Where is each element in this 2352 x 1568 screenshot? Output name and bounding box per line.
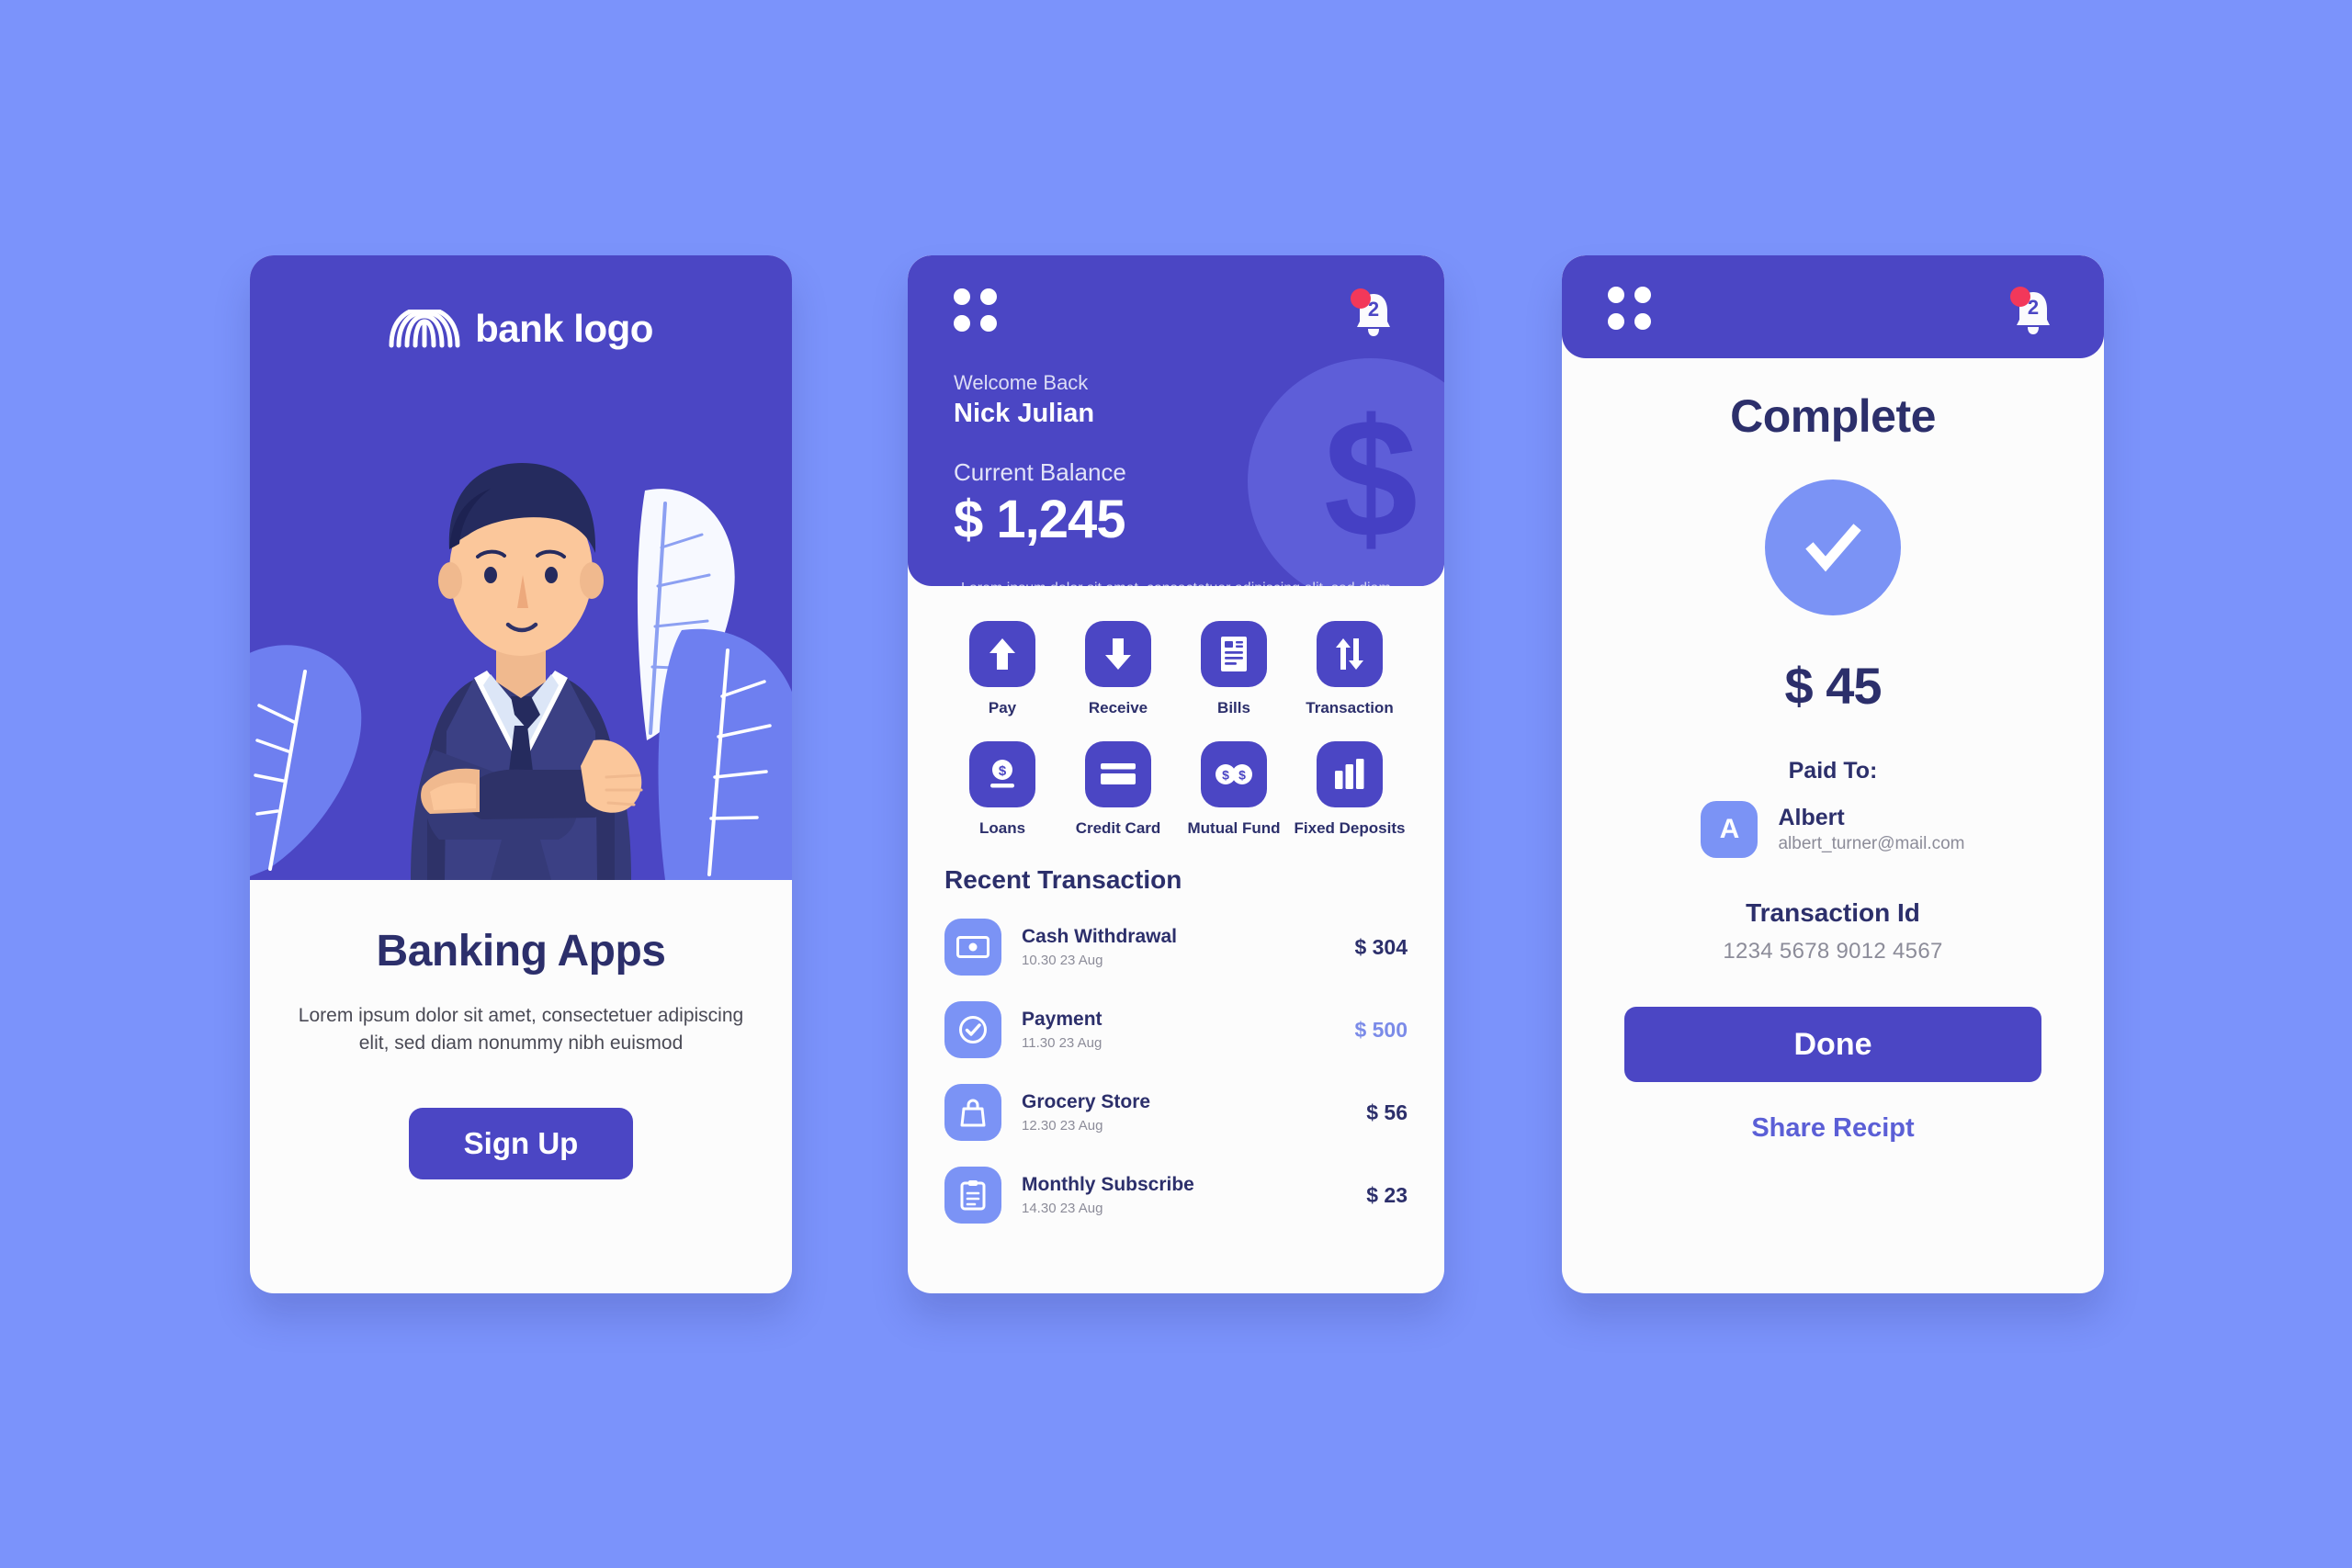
screen-onboarding: bank logo Banking Apps Lorem ipsum dolor… <box>250 255 792 1293</box>
grid-dot <box>1608 313 1624 330</box>
coin-dollar-icon: $ <box>969 741 1035 807</box>
notification-count: 2 <box>1367 298 1380 321</box>
payee-email: albert_turner@mail.com <box>1778 834 1965 853</box>
grid-dots-icon[interactable] <box>954 288 997 332</box>
notification-bell[interactable]: 2 <box>2008 287 2058 338</box>
complete-body: Complete $ 45 Paid To: A Albert albert_t… <box>1562 358 2104 1144</box>
payment-amount: $ 45 <box>1784 657 1883 715</box>
svg-text:$: $ <box>999 763 1007 779</box>
page-title: Banking Apps <box>376 927 666 976</box>
action-label: Fixed Deposits <box>1294 819 1406 837</box>
arrow-up-icon <box>969 621 1035 687</box>
transaction-amount: $ 304 <box>1354 934 1408 959</box>
user-name: Nick Julian <box>954 399 1095 428</box>
signup-button[interactable]: Sign Up <box>409 1107 633 1179</box>
clipboard-icon <box>944 1167 1001 1224</box>
complete-topbar: 2 <box>1608 287 2058 338</box>
table-row[interactable]: Payment 11.30 23 Aug $ 500 <box>944 988 1408 1071</box>
action-transaction[interactable]: Transaction <box>1292 621 1408 717</box>
transaction-amount: $ 500 <box>1354 1017 1408 1042</box>
action-label: Receive <box>1088 699 1148 716</box>
check-circle-icon <box>1765 479 1901 615</box>
balance-value: $ 1,245 <box>954 490 1126 549</box>
transfer-arrows-icon <box>1317 621 1383 687</box>
action-label: Bills <box>1217 699 1250 716</box>
transaction-id-label: Transaction Id <box>1746 898 1920 927</box>
svg-text:$: $ <box>1222 768 1229 783</box>
table-row[interactable]: Monthly Subscribe 14.30 23 Aug $ 23 <box>944 1154 1408 1236</box>
recent-transaction-title: Recent Transaction <box>944 865 1182 894</box>
screen-dashboard: $ 2 Welcome Back Nick Julian Current Bal… <box>908 255 1444 1293</box>
transaction-date: 10.30 23 Aug <box>1022 953 1103 968</box>
transaction-name: Monthly Subscribe <box>1022 1174 1194 1195</box>
page-title: Complete <box>1730 390 1936 442</box>
transaction-name: Payment <box>1022 1009 1102 1030</box>
paid-to-label: Paid To: <box>1788 758 1878 784</box>
transaction-date: 12.30 23 Aug <box>1022 1118 1103 1134</box>
complete-header: 2 <box>1562 255 2104 358</box>
avatar: A <box>1701 801 1758 858</box>
onboarding-body: Banking Apps Lorem ipsum dolor sit amet,… <box>250 880 792 1179</box>
action-label: Pay <box>988 699 1017 716</box>
banknote-icon <box>944 919 1001 976</box>
action-label: Transaction <box>1306 699 1394 716</box>
transaction-date: 14.30 23 Aug <box>1022 1201 1103 1216</box>
onboarding-hero: bank logo <box>250 255 792 880</box>
grid-dot <box>954 315 970 332</box>
action-loans[interactable]: $ Loans <box>944 741 1060 838</box>
dashboard-note: Lorem ipsum dolor sit amet, consectetuer… <box>961 578 1398 586</box>
brand-logo: bank logo <box>250 255 792 351</box>
document-bill-icon <box>1201 621 1267 687</box>
mockup-stage: bank logo Banking Apps Lorem ipsum dolor… <box>0 0 2352 1568</box>
transaction-id-value: 1234 5678 9012 4567 <box>1723 939 1943 964</box>
action-mutual-fund[interactable]: $ $ Mutual Fund <box>1176 741 1292 838</box>
share-receipt-link[interactable]: Share Recipt <box>1615 1113 2051 1144</box>
svg-text:$: $ <box>1238 768 1246 783</box>
action-fixed-deposits[interactable]: Fixed Deposits <box>1292 741 1408 838</box>
grid-dot <box>1634 313 1651 330</box>
action-label: Loans <box>978 819 1026 837</box>
businessman-illustration <box>250 463 792 880</box>
action-label: Credit Card <box>1075 819 1161 837</box>
grid-dot <box>1608 287 1624 303</box>
arrow-down-icon <box>1085 621 1151 687</box>
grid-dots-icon[interactable] <box>1608 287 1651 330</box>
action-label: Mutual Fund <box>1187 819 1281 837</box>
check-circle-icon <box>944 1001 1001 1058</box>
shopping-bag-icon <box>944 1084 1001 1141</box>
table-row[interactable]: Cash Withdrawal 10.30 23 Aug $ 304 <box>944 906 1408 988</box>
table-row[interactable]: Grocery Store 12.30 23 Aug $ 56 <box>944 1071 1408 1154</box>
grid-dot <box>954 288 970 305</box>
screen-complete: 2 Complete $ 45 Paid To: A Albert albert… <box>1562 255 2104 1293</box>
grid-dot <box>980 288 997 305</box>
notification-bell[interactable]: 2 <box>1349 288 1398 340</box>
done-button[interactable]: Done <box>1624 1007 2041 1082</box>
action-bills[interactable]: Bills <box>1176 621 1292 717</box>
notification-count: 2 <box>2027 296 2040 319</box>
bar-chart-icon <box>1317 741 1383 807</box>
action-credit-card[interactable]: Credit Card <box>1060 741 1176 838</box>
transaction-list: Cash Withdrawal 10.30 23 Aug $ 304 Payme… <box>908 895 1444 1236</box>
transaction-amount: $ 23 <box>1366 1182 1408 1207</box>
transaction-name: Cash Withdrawal <box>1022 926 1178 947</box>
dashboard-topbar: 2 <box>954 288 1398 340</box>
welcome-label: Welcome Back <box>954 371 1089 394</box>
transaction-amount: $ 56 <box>1366 1100 1408 1124</box>
two-coins-icon: $ $ <box>1201 741 1267 807</box>
payee-name: Albert <box>1778 805 1845 830</box>
transaction-date: 11.30 23 Aug <box>1022 1035 1102 1051</box>
payee-row: A Albert albert_turner@mail.com <box>1615 801 2051 858</box>
credit-card-icon <box>1085 741 1151 807</box>
action-pay[interactable]: Pay <box>944 621 1060 717</box>
logo-text: bank logo <box>475 307 653 350</box>
grid-dot <box>980 315 997 332</box>
onboarding-description: Lorem ipsum dolor sit amet, consectetuer… <box>298 1005 744 1055</box>
quick-actions-grid: Pay Receive Bills Transaction $ Loans Cr… <box>908 586 1444 838</box>
balance-label: Current Balance <box>954 458 1126 486</box>
arch-rainbow-logo-icon <box>389 310 460 348</box>
transaction-name: Grocery Store <box>1022 1091 1151 1112</box>
grid-dot <box>1634 287 1651 303</box>
dashboard-header: $ 2 Welcome Back Nick Julian Current Bal… <box>908 255 1444 586</box>
action-receive[interactable]: Receive <box>1060 621 1176 717</box>
